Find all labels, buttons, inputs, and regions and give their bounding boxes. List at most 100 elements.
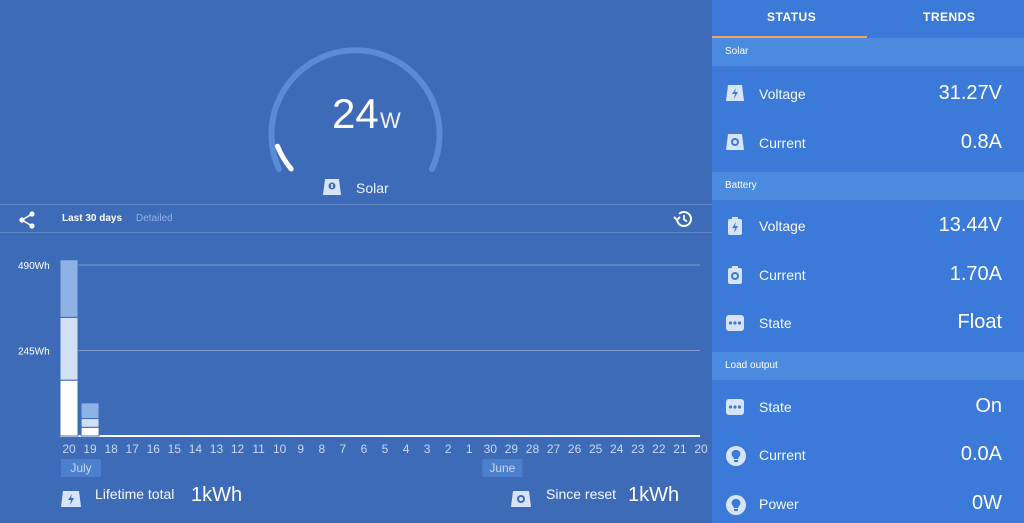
solar-panel-icon (323, 179, 341, 195)
row-label: Power (759, 496, 799, 512)
state-icon (726, 315, 744, 331)
row-label: Voltage (759, 86, 806, 102)
panel-tabs: STATUS TRENDS (712, 0, 1024, 38)
row-label: State (759, 315, 792, 331)
row-value: Float (957, 311, 1002, 333)
energy-chart: 490Wh245Wh 20 19 18 17 16 15 14 13 12 11 10 9 8 7 6 5 4 3… (18, 259, 708, 477)
x-tick-label: 24 (610, 442, 624, 456)
row-load-state: State On (712, 384, 1024, 432)
x-tick-label: 5 (382, 442, 389, 456)
row-label: Current (759, 267, 806, 283)
x-tick-label: 18 (104, 442, 118, 456)
bar-segment[interactable] (80, 418, 100, 428)
gauge-value: 24 (332, 90, 379, 137)
lifetime-total-label: Lifetime total (95, 486, 175, 502)
x-tick-label: 29 (505, 442, 519, 456)
history-panel: 24 W Solar Last 30 days Detailed 490Wh 24… (0, 0, 712, 523)
x-tick-label: 21 (673, 442, 687, 456)
bar-segment[interactable] (59, 259, 79, 318)
section-header-solar: Solar (712, 38, 1024, 66)
solar-panel-icon (726, 134, 744, 150)
gauge-label: Solar (356, 180, 389, 196)
section-title: Solar (725, 46, 749, 57)
x-tick-label: 9 (297, 442, 304, 456)
row-battery-state: State Float (712, 300, 1024, 348)
month-label: July (70, 461, 91, 475)
x-tick-label: 20 (62, 442, 76, 456)
row-value: 0.8A (960, 131, 1002, 153)
x-tick-label: 13 (210, 442, 224, 456)
x-tick-label: 23 (631, 442, 645, 456)
row-load-current: Current 0.0A (712, 432, 1024, 480)
solar-panel-icon (726, 85, 744, 101)
bar-segment[interactable] (80, 426, 100, 437)
solar-panel-icon (511, 491, 531, 507)
row-value: On (975, 395, 1002, 417)
row-solar-voltage: Voltage 31.27V (712, 71, 1024, 119)
lifetime-total-value: 1kWh (191, 484, 243, 506)
tab-detailed[interactable]: Detailed (136, 213, 173, 224)
x-tick-label: 14 (189, 442, 203, 456)
x-tick-label: 26 (568, 442, 582, 456)
row-value: 0.0A (960, 443, 1002, 465)
x-tick-label: 19 (83, 442, 97, 456)
row-battery-voltage: Voltage 13.44V (712, 203, 1024, 251)
bulb-icon (726, 446, 746, 466)
section-title: Load output (725, 360, 778, 371)
x-tick-label: 27 (547, 442, 561, 456)
x-tick-label: 2 (445, 442, 452, 456)
section-header-battery: Battery (712, 172, 1024, 200)
x-tick-label: 1 (466, 442, 473, 456)
history-icon[interactable] (672, 209, 694, 229)
x-tick-label: 4 (403, 442, 410, 456)
row-value: 13.44V (938, 214, 1002, 236)
x-tick-label: 20 (694, 442, 708, 456)
row-label: Current (759, 447, 806, 463)
row-label: State (759, 399, 792, 415)
x-tick-label: 7 (340, 442, 347, 456)
row-solar-current: Current 0.8A (712, 120, 1024, 168)
row-battery-current: Current 1.70A (712, 252, 1024, 300)
section-header-load-output: Load output (712, 352, 1024, 380)
x-tick-label: 6 (361, 442, 368, 456)
share-icon[interactable] (17, 210, 37, 230)
x-tick-label: 12 (231, 442, 245, 456)
bulb-icon (726, 495, 746, 515)
since-reset-label: Since reset (546, 486, 617, 502)
y-tick-label: 245Wh (18, 347, 50, 358)
x-tick-label: 3 (424, 442, 431, 456)
y-tick-label: 490Wh (18, 261, 50, 272)
bar-segment[interactable] (59, 316, 79, 381)
row-value: 1.70A (949, 263, 1002, 285)
x-tick-label: 22 (652, 442, 666, 456)
x-tick-label: 11 (252, 442, 265, 456)
bar-segment[interactable] (80, 402, 100, 420)
x-tick-label: 17 (126, 442, 140, 456)
bar-segment[interactable] (59, 379, 79, 437)
state-icon (726, 399, 744, 415)
row-load-power: Power 0W (712, 481, 1024, 523)
solar-gauge: 24 W Solar (0, 0, 712, 204)
x-tick-label: 15 (168, 442, 182, 456)
x-tick-label: 30 (484, 442, 498, 456)
solar-panel-icon (61, 491, 81, 507)
status-panel: STATUS TRENDS Solar Voltage 31.27V Curre… (712, 0, 1024, 523)
battery-icon (728, 266, 742, 284)
row-label: Voltage (759, 218, 806, 234)
tab-last-30-days[interactable]: Last 30 days (62, 213, 122, 224)
row-value: 0W (972, 492, 1002, 514)
x-tick-label: 28 (526, 442, 540, 456)
battery-icon (728, 217, 742, 235)
chart-toolbar: Last 30 days Detailed (0, 204, 712, 233)
month-label: June (489, 461, 515, 475)
section-title: Battery (725, 180, 757, 191)
x-tick-label: 25 (589, 442, 603, 456)
row-label: Current (759, 135, 806, 151)
gauge-unit: W (380, 108, 401, 133)
x-tick-label: 10 (273, 442, 287, 456)
since-reset-value: 1kWh (628, 484, 680, 506)
tab-status[interactable]: STATUS (767, 10, 816, 24)
x-tick-label: 8 (318, 442, 325, 456)
x-tick-label: 16 (147, 442, 161, 456)
tab-trends[interactable]: TRENDS (923, 10, 975, 24)
